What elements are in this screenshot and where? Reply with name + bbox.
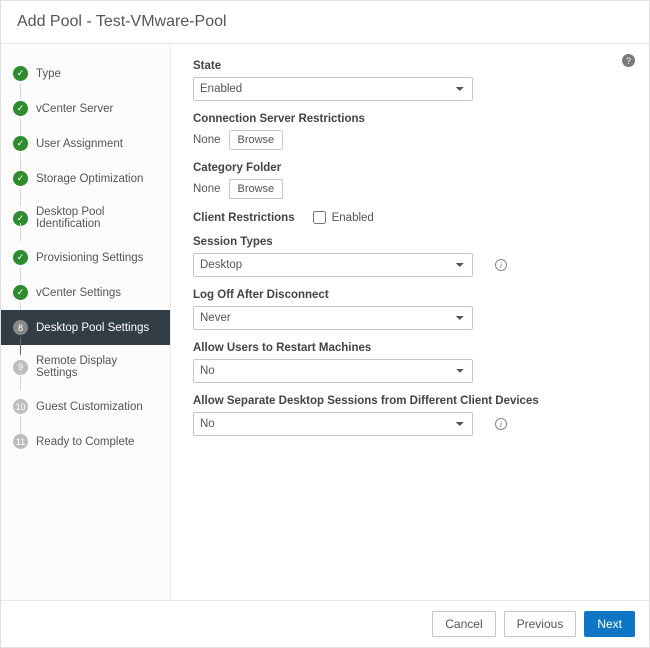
field-client-restrictions: Client Restrictions Enabled xyxy=(193,211,627,224)
dialog-body: ✓ Type ✓ vCenter Server ✓ User Assignmen… xyxy=(1,44,649,600)
step-remote-display-settings[interactable]: 9 Remote Display Settings xyxy=(1,345,170,389)
conn-server-value: None xyxy=(193,134,221,146)
field-session-types: Session Types Desktop i xyxy=(193,236,627,277)
label-allow-separate: Allow Separate Desktop Sessions from Dif… xyxy=(193,395,627,407)
label-client-restrictions: Client Restrictions xyxy=(193,212,295,224)
info-icon[interactable]: i xyxy=(495,259,507,271)
step-desktop-pool-settings[interactable]: 8 Desktop Pool Settings xyxy=(1,310,170,345)
label-conn-server: Connection Server Restrictions xyxy=(193,113,627,125)
step-vcenter-server[interactable]: ✓ vCenter Server xyxy=(1,91,170,126)
field-allow-separate-sessions: Allow Separate Desktop Sessions from Dif… xyxy=(193,395,627,436)
step-label: Storage Optimization xyxy=(36,173,143,185)
allow-restart-select[interactable]: No xyxy=(193,359,473,383)
check-icon: ✓ xyxy=(13,66,28,81)
label-session-types: Session Types xyxy=(193,236,627,248)
step-provisioning-settings[interactable]: ✓ Provisioning Settings xyxy=(1,240,170,275)
field-category-folder: Category Folder None Browse xyxy=(193,162,627,199)
dialog-title: Add Pool - Test-VMware-Pool xyxy=(17,13,227,30)
label-allow-restart: Allow Users to Restart Machines xyxy=(193,342,627,354)
step-vcenter-settings[interactable]: ✓ vCenter Settings xyxy=(1,275,170,310)
client-restrictions-checkbox-label: Enabled xyxy=(332,212,374,224)
step-label: vCenter Server xyxy=(36,103,113,115)
wizard-sidebar: ✓ Type ✓ vCenter Server ✓ User Assignmen… xyxy=(1,44,171,600)
step-number-icon: 8 xyxy=(13,320,28,335)
next-button[interactable]: Next xyxy=(584,611,635,637)
dialog-footer: Cancel Previous Next xyxy=(1,600,649,647)
step-ready-to-complete[interactable]: 11 Ready to Complete xyxy=(1,424,170,459)
step-user-assignment[interactable]: ✓ User Assignment xyxy=(1,126,170,161)
label-log-off: Log Off After Disconnect xyxy=(193,289,627,301)
field-connection-server-restrictions: Connection Server Restrictions None Brow… xyxy=(193,113,627,150)
cancel-button[interactable]: Cancel xyxy=(432,611,495,637)
step-label: Type xyxy=(36,68,61,80)
step-storage-optimization[interactable]: ✓ Storage Optimization xyxy=(1,161,170,196)
step-number-icon: 11 xyxy=(13,434,28,449)
step-desktop-pool-identification[interactable]: ✓ Desktop Pool Identification xyxy=(1,196,170,240)
step-guest-customization[interactable]: 10 Guest Customization xyxy=(1,389,170,424)
check-icon: ✓ xyxy=(13,250,28,265)
step-label: Provisioning Settings xyxy=(36,252,143,264)
state-select[interactable]: Enabled xyxy=(193,77,473,101)
step-label: vCenter Settings xyxy=(36,287,121,299)
check-icon: ✓ xyxy=(13,285,28,300)
client-restrictions-checkbox[interactable] xyxy=(313,211,326,224)
form-content: ? State Enabled Connection Server Restri… xyxy=(171,44,649,600)
log-off-select[interactable]: Never xyxy=(193,306,473,330)
label-state: State xyxy=(193,60,627,72)
add-pool-dialog: Add Pool - Test-VMware-Pool ✓ Type ✓ vCe… xyxy=(0,0,650,648)
step-type[interactable]: ✓ Type xyxy=(1,56,170,91)
check-icon: ✓ xyxy=(13,171,28,186)
field-allow-restart: Allow Users to Restart Machines No xyxy=(193,342,627,383)
session-types-select[interactable]: Desktop xyxy=(193,253,473,277)
category-folder-value: None xyxy=(193,183,221,195)
step-label: Desktop Pool Settings xyxy=(36,322,149,334)
info-icon[interactable]: i xyxy=(495,418,507,430)
step-number-icon: 10 xyxy=(13,399,28,414)
field-state: State Enabled xyxy=(193,60,627,101)
dialog-header: Add Pool - Test-VMware-Pool xyxy=(1,1,649,44)
step-label: Remote Display Settings xyxy=(36,355,158,379)
previous-button[interactable]: Previous xyxy=(504,611,577,637)
allow-separate-select[interactable]: No xyxy=(193,412,473,436)
step-label: Desktop Pool Identification xyxy=(36,206,158,230)
browse-category-folder-button[interactable]: Browse xyxy=(229,179,284,199)
check-icon: ✓ xyxy=(13,136,28,151)
help-icon[interactable]: ? xyxy=(622,54,635,67)
check-icon: ✓ xyxy=(13,101,28,116)
field-log-off-after-disconnect: Log Off After Disconnect Never xyxy=(193,289,627,330)
step-label: Guest Customization xyxy=(36,401,143,413)
browse-conn-server-button[interactable]: Browse xyxy=(229,130,284,150)
step-label: Ready to Complete xyxy=(36,436,134,448)
step-label: User Assignment xyxy=(36,138,123,150)
label-category-folder: Category Folder xyxy=(193,162,627,174)
